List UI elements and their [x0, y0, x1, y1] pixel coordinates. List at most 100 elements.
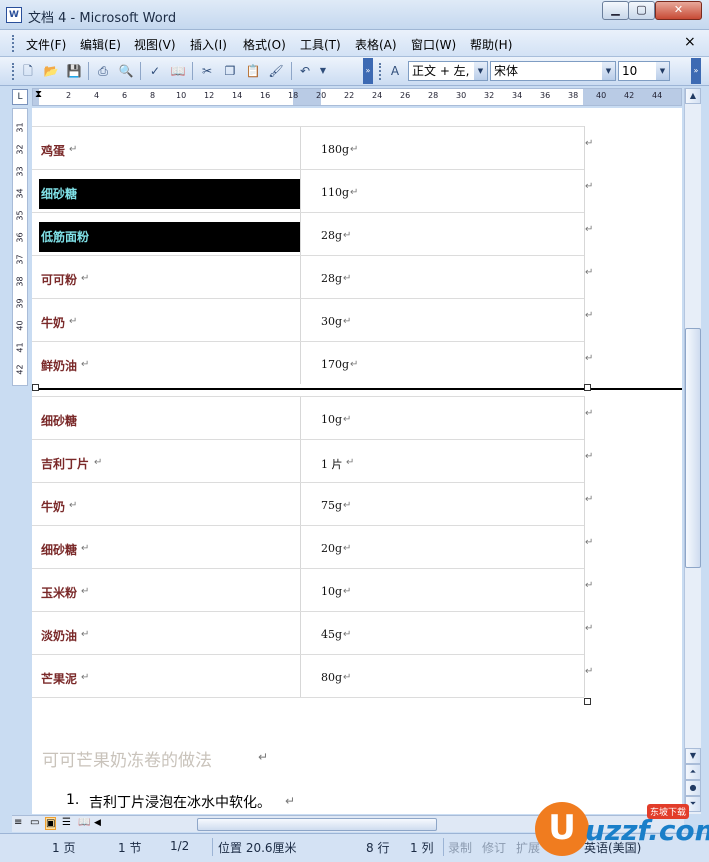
menu-window[interactable]: 窗口(W): [411, 36, 456, 53]
research-icon[interactable]: 📖: [170, 63, 186, 79]
ruler-number: 35: [15, 210, 25, 221]
close-document-button[interactable]: ×: [684, 34, 696, 50]
menu-help[interactable]: 帮助(H): [470, 36, 512, 53]
ingredient-amount: 170g: [321, 358, 350, 371]
ruler-number: 42: [624, 91, 635, 100]
paragraph-mark: ↵: [343, 414, 352, 425]
normal-view-icon[interactable]: ≡: [14, 817, 22, 828]
ingredient-amount: 45g: [321, 628, 343, 641]
minimize-button[interactable]: ▁: [602, 1, 629, 20]
table-row[interactable]: 牛奶 ↵ 30g ↵ ↵: [32, 300, 682, 342]
previous-page-icon[interactable]: ⏶: [685, 764, 701, 780]
table-row[interactable]: 可可粉 ↵ 28g ↵ ↵: [32, 257, 682, 299]
font-dropdown[interactable]: 宋体 ▼: [490, 61, 616, 81]
toolbar-grip-handle[interactable]: [12, 63, 15, 80]
logo-tag: 东坡下载: [647, 804, 690, 819]
open-folder-icon[interactable]: 📂: [43, 63, 59, 79]
ingredient-amount: 10g: [321, 413, 343, 426]
vertical-scroll-thumb[interactable]: [685, 328, 701, 568]
scroll-down-icon[interactable]: ▼: [685, 748, 701, 764]
table-resize-handle[interactable]: [584, 698, 591, 705]
word-doc-icon[interactable]: W: [6, 7, 22, 23]
style-dropdown[interactable]: 正文 + 左, I ▼: [408, 61, 488, 81]
menu-tools[interactable]: 工具(T): [300, 36, 341, 53]
scroll-up-icon[interactable]: ▲: [685, 88, 701, 104]
paste-icon[interactable]: 📋: [245, 63, 261, 79]
format-painter-icon[interactable]: 🖌: [268, 63, 284, 79]
ingredient-amount: 28g: [321, 229, 343, 242]
menu-view[interactable]: 视图(V): [134, 36, 176, 53]
outline-view-icon[interactable]: ☰: [62, 817, 71, 828]
table-row[interactable]: 玉米粉 ↵ 10g ↵ ↵: [32, 570, 682, 612]
browse-object-icon[interactable]: ●: [685, 780, 701, 796]
copy-icon[interactable]: ❐: [222, 63, 238, 79]
table-row[interactable]: 细砂糖 10g ↵ ↵: [32, 398, 682, 440]
paragraph-mark: ↵: [81, 586, 90, 597]
ingredient-amount: 20g: [321, 542, 343, 555]
paragraph-mark: ↵: [350, 187, 359, 198]
reading-view-icon[interactable]: 📖: [78, 817, 90, 828]
font-size-dropdown[interactable]: 10 ▼: [618, 61, 670, 81]
table-row[interactable]: 芒果泥 ↵ 80g ↵ ↵: [32, 656, 682, 698]
table-row[interactable]: 细砂糖 ↵ 20g ↵ ↵: [32, 527, 682, 569]
table-resize-handle[interactable]: [32, 384, 39, 391]
horizontal-ruler[interactable]: ⧗ 2 4 6 8 10 12 14 16 18 20 22 24 26 28 …: [32, 88, 682, 106]
cut-icon[interactable]: ✂: [199, 63, 215, 79]
row-end-mark: ↵: [585, 267, 594, 278]
table-row[interactable]: 吉利丁片 ↵ 1 片 ↵ ↵: [32, 441, 682, 483]
row-end-mark: ↵: [585, 181, 594, 192]
web-view-icon[interactable]: ▭: [30, 817, 39, 828]
menu-insert[interactable]: 插入(I): [190, 36, 227, 53]
tab-selector-button[interactable]: L: [12, 89, 28, 105]
menu-grip-handle[interactable]: [12, 35, 15, 52]
vertical-ruler[interactable]: 31 32 33 34 35 36 37 38 39 40 41 42: [12, 108, 28, 386]
toolbar-options-icon[interactable]: »: [691, 58, 701, 84]
ingredient-amount: 110g: [321, 186, 350, 199]
table-row[interactable]: 鸡蛋 ↵ 180g ↵ ↵: [32, 128, 682, 170]
status-record[interactable]: 录制: [448, 839, 472, 856]
ruler-number: 32: [484, 91, 495, 100]
ingredient-name: 细砂糖: [41, 543, 78, 557]
document-page[interactable]: 鸡蛋 ↵ 180g ↵ ↵ 细砂糖 110g ↵ ↵ 低筋面粉 28g ↵ ↵ …: [32, 108, 682, 814]
title-bar: W 文档 4 - Microsoft Word ▁ ▢ ✕: [0, 0, 709, 30]
status-track-changes[interactable]: 修订: [482, 839, 506, 856]
table-row[interactable]: 牛奶 ↵ 75g ↵ ↵: [32, 484, 682, 526]
table-row[interactable]: 细砂糖 110g ↵ ↵: [32, 171, 682, 213]
ruler-number: 24: [372, 91, 383, 100]
table-row[interactable]: 鲜奶油 ↵ 170g ↵ ↵: [32, 343, 682, 385]
print-preview-icon[interactable]: 🔍: [118, 63, 134, 79]
menu-table[interactable]: 表格(A): [355, 36, 397, 53]
save-icon[interactable]: 💾: [66, 63, 82, 79]
status-separator: [443, 838, 444, 856]
styles-icon[interactable]: A: [387, 63, 403, 79]
paragraph-mark: ↵: [343, 629, 352, 640]
menu-file[interactable]: 文件(F): [26, 36, 66, 53]
vertical-scrollbar[interactable]: ▲ ▼ ⏶ ● ⏷: [684, 88, 701, 814]
menu-format[interactable]: 格式(O): [243, 36, 286, 53]
print-icon[interactable]: ⎙: [95, 63, 111, 79]
status-page-count: 1/2: [170, 839, 190, 853]
ruler-number: 39: [15, 298, 25, 309]
print-layout-view-icon[interactable]: ▣: [45, 817, 57, 830]
undo-icon[interactable]: ↶: [297, 63, 313, 79]
new-doc-icon[interactable]: 🗋: [20, 63, 36, 79]
table-row[interactable]: 淡奶油 ↵ 45g ↵ ↵: [32, 613, 682, 655]
menu-edit[interactable]: 编辑(E): [80, 36, 121, 53]
undo-dropdown-icon[interactable]: ▼: [315, 63, 331, 79]
horizontal-scroll-thumb[interactable]: [197, 818, 437, 831]
ingredient-name: 可可粉: [41, 273, 78, 287]
paragraph-mark: ↵: [350, 144, 359, 155]
indent-marker-icon[interactable]: ⧗: [35, 89, 42, 100]
scroll-left-icon[interactable]: ◀: [94, 818, 101, 828]
ruler-number: 41: [15, 342, 25, 353]
spelling-icon[interactable]: ✓: [147, 63, 163, 79]
ruler-number: 40: [596, 91, 607, 100]
table-resize-handle[interactable]: [584, 384, 591, 391]
ruler-number: 20: [316, 91, 327, 100]
table-row[interactable]: 低筋面粉 28g ↵ ↵: [32, 214, 682, 256]
close-window-button[interactable]: ✕: [655, 1, 702, 20]
format-toolbar-grip[interactable]: [379, 63, 382, 80]
toolbar-separator: [88, 62, 89, 80]
toolbar-options-icon[interactable]: »: [363, 58, 373, 84]
maximize-button[interactable]: ▢: [628, 1, 655, 20]
